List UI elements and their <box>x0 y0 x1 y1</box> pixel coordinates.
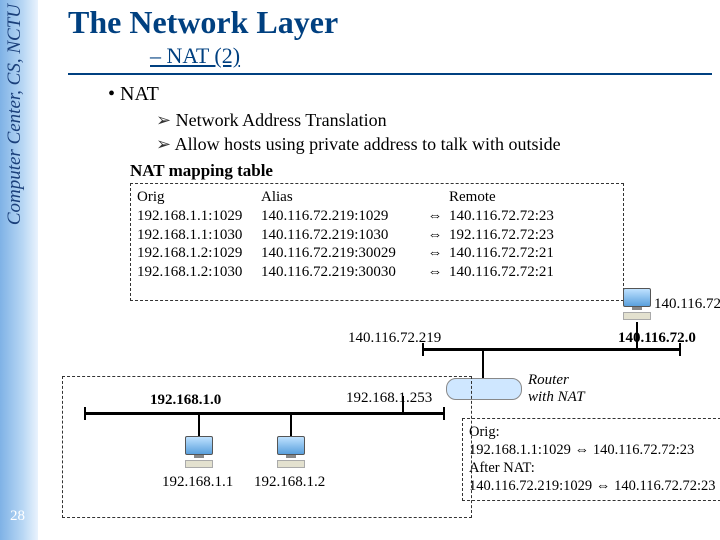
pc-icon <box>182 436 216 470</box>
col-orig: Orig <box>137 188 261 207</box>
lan-net-ip: 192.168.1.0 <box>150 392 221 409</box>
annot-after-label: After NAT: <box>469 459 719 477</box>
ext-host-ip: 140.116.72.72 <box>654 296 720 313</box>
ext-net-ip: 140.116.72.0 <box>618 330 696 347</box>
annot-orig-label: Orig: <box>469 423 719 441</box>
table-row: 192.168.1.2:1029140.116.72.219:30029⇔140… <box>137 244 617 263</box>
mapping-table-label: NAT mapping table <box>130 161 712 181</box>
nat-outside-ip: 140.116.72.219 <box>348 330 441 347</box>
mapping-table: Orig Alias Remote 192.168.1.1:1029140.11… <box>130 183 624 301</box>
pc-icon <box>620 288 654 322</box>
col-remote: Remote <box>449 188 617 207</box>
network-diagram: 140.116.72.72 140.116.72.0 140.116.72.21… <box>62 318 702 528</box>
bullet-nat-expansion: Network Address Translation <box>156 110 712 131</box>
router-label: Router with NAT <box>528 372 585 406</box>
title-rule <box>68 73 712 75</box>
page-subtitle: – NAT (2) <box>150 43 712 69</box>
col-alias: Alias <box>261 188 421 207</box>
sidebar-org-label: Computer Center, CS, NCTU <box>4 4 27 225</box>
translation-annotation: Orig: 192.168.1.1:1029⇔140.116.72.72:23 … <box>462 418 720 501</box>
table-row: 192.168.1.1:1029140.116.72.219:1029⇔140.… <box>137 207 617 226</box>
nat-inside-ip: 192.168.1.253 <box>346 390 432 407</box>
bullet-nat: NAT <box>108 83 712 106</box>
bullet-nat-purpose: Allow hosts using private address to tal… <box>156 134 712 155</box>
page-number: 28 <box>10 508 25 525</box>
host1-ip: 192.168.1.1 <box>162 474 233 491</box>
table-row: 192.168.1.1:1030140.116.72.219:1030⇔192.… <box>137 226 617 245</box>
page-title: The Network Layer <box>68 4 712 41</box>
pc-icon <box>274 436 308 470</box>
table-row: 192.168.1.2:1030140.116.72.219:30030⇔140… <box>137 263 617 282</box>
host2-ip: 192.168.1.2 <box>254 474 325 491</box>
